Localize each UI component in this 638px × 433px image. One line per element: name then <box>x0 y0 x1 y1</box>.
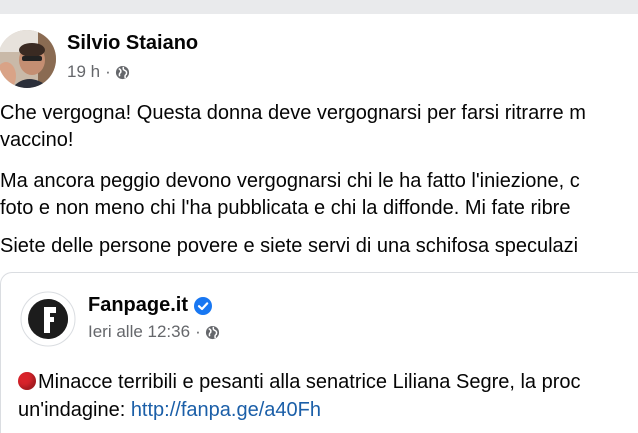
post-meta: 19 h · <box>67 62 130 82</box>
shared-text-line-1: Minacce terribili e pesanti alla senatri… <box>18 368 638 396</box>
globe-icon[interactable] <box>115 65 130 80</box>
fanpage-logo[interactable] <box>20 291 76 347</box>
post-paragraph-2: Ma ancora peggio devono vergognarsi chi … <box>0 168 638 222</box>
post-text-line: vaccino! <box>0 129 74 151</box>
post-paragraph-3: Siete delle persone povere e siete servi… <box>0 233 638 260</box>
shared-text-line-2: un'indagine: http://fanpa.ge/a40Fh <box>18 396 638 424</box>
verified-badge-icon <box>194 296 213 315</box>
post-text-line: Ma ancora peggio devono vergognarsi chi … <box>0 170 580 192</box>
top-background-strip <box>0 0 638 14</box>
shared-post-text: Minacce terribili e pesanti alla senatri… <box>18 368 638 424</box>
shared-link[interactable]: http://fanpa.ge/a40Fh <box>131 399 321 421</box>
shared-text-prefix: un'indagine: <box>18 399 131 421</box>
red-circle-emoji-icon <box>18 372 36 390</box>
shared-text-content: Minacce terribili e pesanti alla senatri… <box>38 371 581 393</box>
post-paragraph-1: Che vergogna! Questa donna deve vergogna… <box>0 100 638 154</box>
avatar-photo <box>0 30 56 88</box>
meta-separator: · <box>195 322 201 341</box>
post-timestamp[interactable]: 19 h <box>67 62 100 82</box>
globe-icon[interactable] <box>205 325 220 340</box>
post-text-line: Siete delle persone povere e siete servi… <box>0 235 579 257</box>
shared-post-meta: Ieri alle 12:36 · <box>88 322 220 342</box>
shared-post-timestamp[interactable]: Ieri alle 12:36 <box>88 322 190 342</box>
post-text-line: Che vergogna! Questa donna deve vergogna… <box>0 102 586 124</box>
shared-page-name[interactable]: Fanpage.it <box>88 294 188 317</box>
author-avatar[interactable] <box>0 30 56 88</box>
meta-separator: · <box>105 62 111 81</box>
shared-page-name-row: Fanpage.it <box>88 294 213 317</box>
post-text-line: foto e non meno chi l'ha pubblicata e ch… <box>0 197 571 219</box>
author-name[interactable]: Silvio Staiano <box>67 32 198 55</box>
